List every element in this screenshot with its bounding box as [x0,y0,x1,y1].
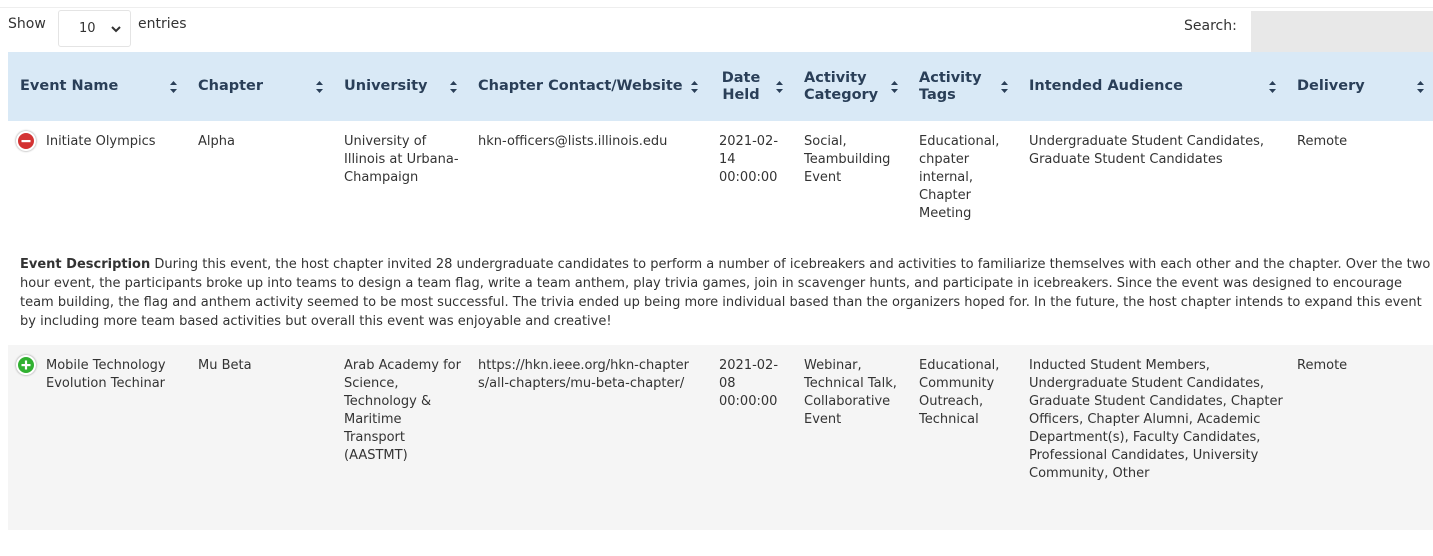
sort-both-icon [1269,80,1276,93]
entries-length-value: 10 [79,21,96,36]
column-label: Activity Category [804,69,879,103]
cell-intended-audience: Inducted Student Members, Undergraduate … [1029,358,1283,481]
minus-circle-icon[interactable] [16,131,36,151]
cell-university: University of Illinois at Urbana-Champai… [344,134,459,185]
column-header-event-name[interactable]: Event Name [8,52,186,121]
cell-university: Arab Academy for Science, Technology & M… [344,358,461,463]
sort-both-icon [891,80,898,93]
detail-cell: Event Description During this event, the… [8,241,1433,345]
sort-both-icon [450,80,457,93]
detail-row: Event Description During this event, the… [8,241,1433,345]
column-label: Date Held [721,69,761,103]
column-label: University [344,78,428,94]
search-input[interactable] [1251,11,1433,52]
cell-chapter: Alpha [198,134,235,149]
event-name: Initiate Olympics [46,134,156,149]
column-label: Chapter Contact/Website [478,78,683,94]
sort-both-icon [170,80,177,93]
column-header-activity-category[interactable]: Activity Category [792,52,907,121]
sort-both-icon [776,80,783,93]
column-header-intended-audience[interactable]: Intended Audience [1017,52,1285,121]
cell-activity-category: Webinar, Technical Talk, Collaborative E… [804,358,897,427]
column-label: Intended Audience [1029,78,1183,94]
column-header-contact[interactable]: Chapter Contact/Website [466,52,707,121]
cell-intended-audience: Undergraduate Student Candidates, Gradua… [1029,134,1265,167]
show-label: Show [8,16,46,32]
column-header-university[interactable]: University [332,52,466,121]
column-header-activity-tags[interactable]: Activity Tags [907,52,1017,121]
sort-both-icon [691,80,698,93]
search-label: Search: [1184,18,1237,34]
table-header-row: Event Name Chapter University Chapter Co… [8,52,1433,121]
cell-delivery: Remote [1297,358,1348,373]
entries-length-select[interactable]: 10 [58,10,131,47]
cell-chapter: Mu Beta [198,358,252,373]
sort-both-icon [1001,80,1008,93]
chevron-down-icon [111,26,121,33]
column-label: Activity Tags [919,69,982,103]
cell-event-name: Mobile Technology Evolution Techinar [8,345,186,530]
table-controls: Show 10 entries Search: [0,8,1433,52]
detail-text: During this event, the host chapter invi… [20,257,1431,329]
cell-event-name: Initiate Olympics [8,121,186,241]
cell-activity-tags: Educational, chpater internal, Chapter M… [919,134,1000,221]
event-name: Mobile Technology Evolution Techinar [46,358,166,391]
event-name-wrap: Initiate Olympics [16,131,186,151]
column-label: Delivery [1297,78,1365,94]
cell-activity-tags: Educational, Community Outreach, Technic… [919,358,1000,427]
cell-activity-category: Social, Teambuilding Event [804,134,891,185]
cell-delivery: Remote [1297,134,1348,149]
cell-contact: hkn-officers@lists.illinois.edu [478,134,668,149]
plus-circle-icon[interactable] [16,355,36,375]
cell-contact: https://hkn.ieee.org/hkn-chapters/all-ch… [478,358,689,391]
entries-label: entries [138,16,187,32]
column-label: Chapter [198,78,264,94]
cell-date-held: 2021-02-08 00:00:00 [719,358,779,409]
event-name-wrap: Mobile Technology Evolution Techinar [16,355,186,393]
table-row: Initiate Olympics Alpha University of Il… [8,121,1433,241]
sort-both-icon [1417,80,1424,93]
cell-date-held: 2021-02-14 00:00:00 [719,134,779,185]
detail-label: Event Description [20,257,151,272]
column-header-chapter[interactable]: Chapter [186,52,332,121]
column-header-delivery[interactable]: Delivery [1285,52,1433,121]
events-table: Event Name Chapter University Chapter Co… [8,52,1433,530]
table-row: Mobile Technology Evolution Techinar Mu … [8,345,1433,530]
column-header-date-held[interactable]: Date Held [707,52,792,121]
column-label: Event Name [20,78,119,94]
sort-both-icon [316,80,323,93]
